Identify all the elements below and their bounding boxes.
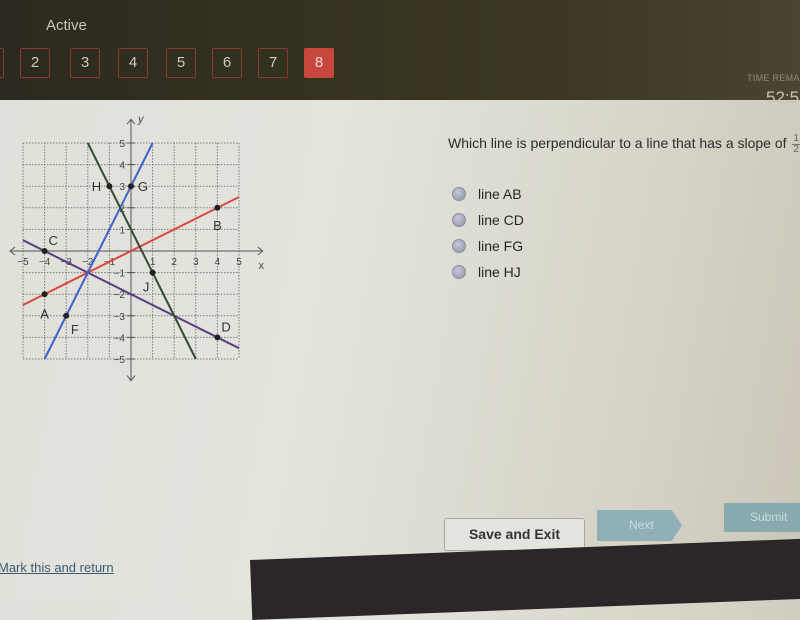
time-remaining-label: TIME REMAI <box>747 73 800 83</box>
point-g <box>128 183 134 190</box>
question-nav-button-6[interactable]: 6 <box>212 48 242 78</box>
point-j <box>149 269 156 276</box>
option-line-cd[interactable]: line CD <box>452 207 524 233</box>
x-tick-label: 3 <box>193 257 199 268</box>
x-tick-label: 5 <box>236 257 242 268</box>
question-nav-button-5[interactable]: 5 <box>166 48 196 78</box>
graph-canvas: xy−5−4−3−2−11234554321−1−2−3−4−5ABCDFGHJ <box>9 113 264 382</box>
status-label: Active <box>46 17 87 34</box>
y-tick-label: 5 <box>119 139 125 150</box>
answer-options: line AB line CD line FG line HJ <box>452 181 524 285</box>
point-label-f: F <box>71 322 79 337</box>
point-label-b: B <box>213 218 222 233</box>
point-h <box>106 183 113 190</box>
point-d <box>214 334 221 341</box>
coordinate-graph: xy−5−4−3−2−11234554321−1−2−3−4−5ABCDFGHJ <box>0 113 280 385</box>
option-line-fg[interactable]: line FG <box>452 233 524 259</box>
y-tick-label: −3 <box>114 312 126 323</box>
y-tick-label: 3 <box>119 182 125 193</box>
question-nav-button-4[interactable]: 4 <box>118 48 148 78</box>
point-c <box>41 248 48 254</box>
radio-button[interactable] <box>452 187 466 201</box>
screen-bezel <box>250 538 800 620</box>
radio-button[interactable] <box>452 213 466 227</box>
next-button[interactable]: Next <box>597 510 682 541</box>
y-tick-label: −2 <box>114 290 126 301</box>
point-label-c: C <box>49 233 58 248</box>
point-label-h: H <box>92 179 101 194</box>
x-tick-label: 1 <box>150 257 156 268</box>
radio-button[interactable] <box>452 265 466 279</box>
x-tick-label: −5 <box>17 257 29 268</box>
x-tick-label: 2 <box>171 257 177 268</box>
x-tick-label: 4 <box>215 257 221 268</box>
question-nav-button-1[interactable] <box>0 48 4 78</box>
point-label-a: A <box>40 307 49 322</box>
option-label: line FG <box>478 238 524 254</box>
y-axis-label: y <box>137 115 145 125</box>
y-tick-label: −4 <box>114 333 126 344</box>
point-f <box>63 312 70 319</box>
submit-button[interactable]: Submit <box>724 503 800 532</box>
option-line-ab[interactable]: line AB <box>452 181 524 207</box>
option-line-hj[interactable]: line HJ <box>452 259 524 285</box>
fraction-denominator: 2 <box>793 144 799 155</box>
point-label-g: G <box>138 179 148 194</box>
time-remaining-value: 52:5 <box>766 88 800 107</box>
option-label: line AB <box>478 186 522 202</box>
point-b <box>214 204 221 211</box>
question-text: Which line is perpendicular to a line th… <box>448 134 800 155</box>
save-and-exit-button[interactable]: Save and Exit <box>444 518 585 551</box>
question-nav-button-7[interactable]: 7 <box>258 48 288 78</box>
question-nav-button-2[interactable]: 2 <box>20 48 50 78</box>
question-prompt: Which line is perpendicular to a line th… <box>448 135 787 152</box>
option-label: line HJ <box>478 264 521 280</box>
y-tick-label: −1 <box>114 269 126 280</box>
point-label-j: J <box>143 280 150 295</box>
point-label-d: D <box>221 320 230 335</box>
slope-fraction: 1 2 <box>792 134 800 155</box>
y-tick-label: −5 <box>114 355 126 366</box>
x-axis-label: x <box>258 260 264 272</box>
top-bar: Active 2345678 TIME REMAI 52:5 <box>0 0 800 107</box>
point-a <box>41 291 48 298</box>
y-tick-label: 1 <box>119 225 125 236</box>
x-tick-label: −4 <box>39 257 51 268</box>
radio-button[interactable] <box>452 239 466 253</box>
mark-and-return-link[interactable]: Mark this and return <box>0 560 114 575</box>
question-nav-button-8[interactable]: 8 <box>304 48 334 78</box>
option-label: line CD <box>478 212 524 228</box>
y-tick-label: 4 <box>119 161 125 172</box>
question-nav-button-3[interactable]: 3 <box>70 48 100 78</box>
